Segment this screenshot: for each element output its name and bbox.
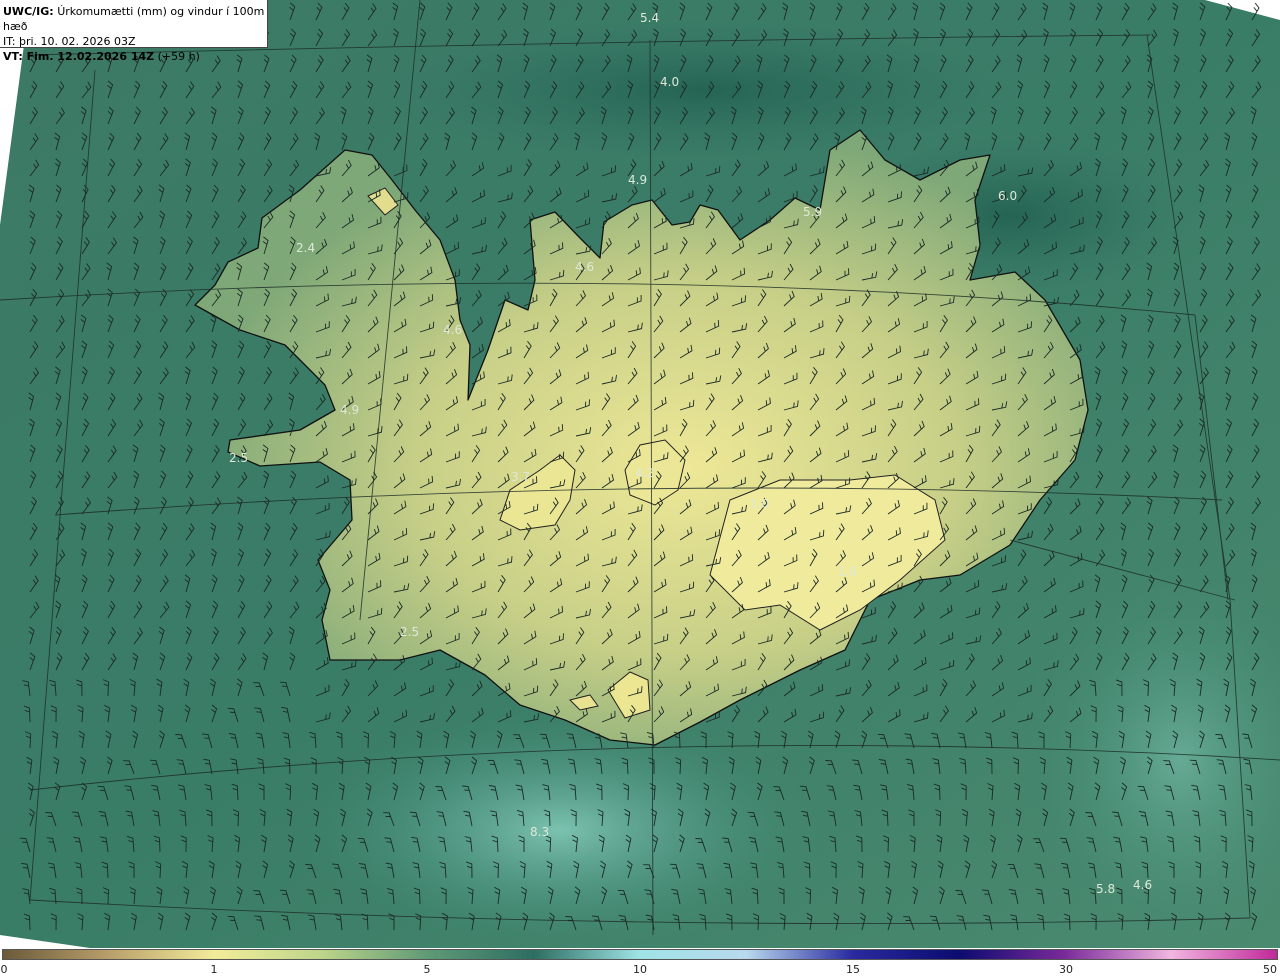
- value-label: 4.9: [340, 403, 359, 417]
- value-label: 4.6: [1133, 878, 1152, 892]
- value-label: 1.0: [750, 497, 769, 511]
- colorbar-tick: 5: [423, 963, 431, 976]
- value-label: 6.0: [998, 189, 1017, 203]
- model-name: UWC/IG:: [3, 5, 54, 18]
- value-label: 4.0: [660, 75, 679, 89]
- colorbar-tick: 15: [846, 963, 860, 976]
- colorbar-tick: 10: [633, 963, 647, 976]
- title-line: UWC/IG: Úrkomumætti (mm) og vindur í 100…: [3, 4, 267, 34]
- value-label: 4.9: [628, 173, 647, 187]
- valid-time: VT: Fim. 12.02.2026 14Z: [3, 50, 155, 63]
- value-label: 5.9: [803, 205, 822, 219]
- colorbar-strip: [2, 949, 1278, 960]
- value-label: 4.6: [575, 260, 594, 274]
- value-label: 2.5: [400, 625, 419, 639]
- value-label: 5.8: [1096, 882, 1115, 896]
- value-label: 2.5: [229, 451, 248, 465]
- value-label: 5.4: [640, 11, 659, 25]
- precipitation-wind-map: 5.4 4.0 4.9 5.9 6.0 2.4 4.6 4.6 4.9 2.5 …: [0, 0, 1280, 948]
- colorbar-tick: 1: [210, 963, 218, 976]
- colorbar-tick: 50: [1263, 963, 1277, 976]
- issue-time: IT: þri. 10. 02. 2026 03Z: [3, 35, 136, 48]
- value-label: 2.4: [296, 241, 315, 255]
- colorbar-tick: 0: [0, 963, 8, 976]
- colorbar-tick: 30: [1059, 963, 1073, 976]
- value-label: 3.7: [511, 470, 530, 484]
- value-label: 8.3: [530, 825, 549, 839]
- info-box: UWC/IG: Úrkomumætti (mm) og vindur í 100…: [0, 0, 268, 63]
- value-label: 4.6: [443, 323, 462, 337]
- forecast-offset: (+59 h): [157, 50, 200, 63]
- colorbar: 0 1 5 10 15 30 50: [0, 948, 1280, 978]
- value-label: 1.6: [838, 565, 857, 579]
- valid-line: VT: Fim. 12.02.2026 14Z (+59 h): [3, 49, 267, 64]
- value-label: 4.2: [635, 466, 654, 480]
